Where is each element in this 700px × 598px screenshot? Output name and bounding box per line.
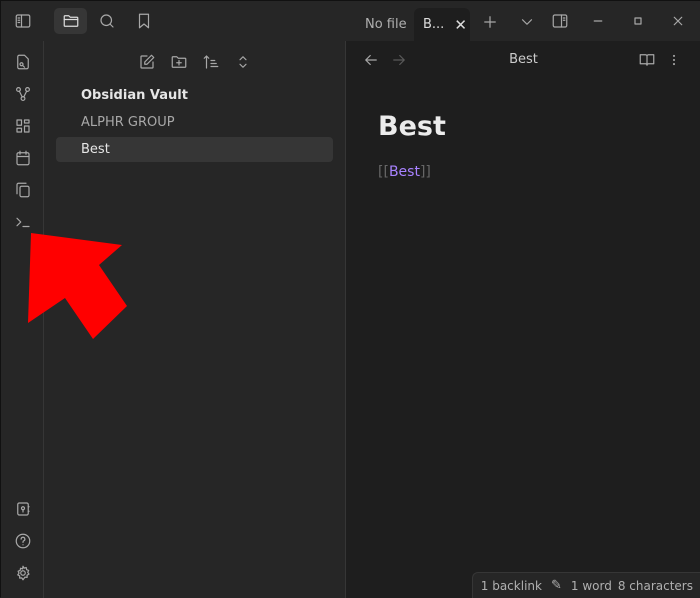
red-annotation-arrow (28, 233, 127, 339)
